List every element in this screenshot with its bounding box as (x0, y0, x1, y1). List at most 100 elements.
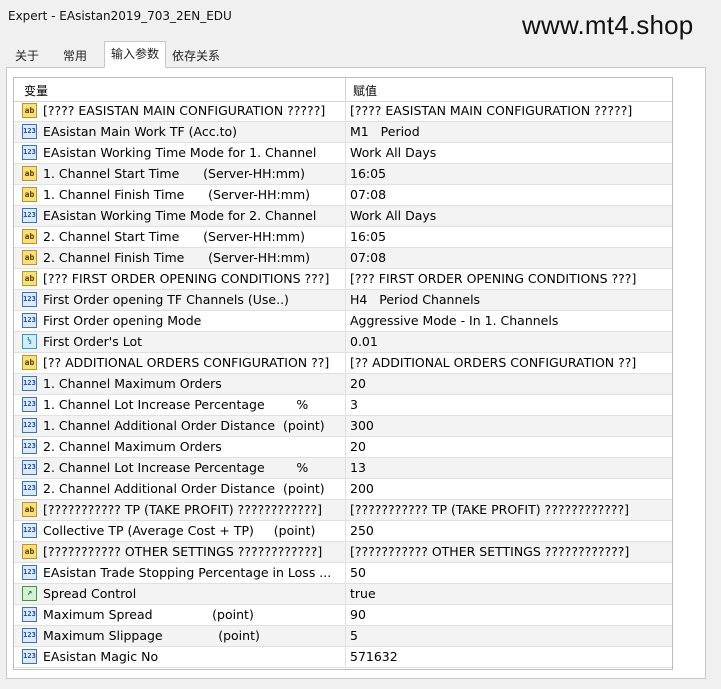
variable-value[interactable]: [??? FIRST ORDER OPENING CONDITIONS ???] (350, 271, 636, 286)
table-row[interactable]: 123 1. Channel Lot Increase Percentage % 3 (14, 395, 672, 416)
table-row[interactable]: 123 EAsistan Magic No 571632 (14, 647, 672, 668)
table-row[interactable]: ab 2. Channel Finish Time (Server-HH:mm) 0… (14, 248, 672, 269)
column-divider (345, 479, 346, 499)
column-header-value[interactable]: 赋值 (353, 82, 377, 99)
variable-value[interactable]: 07:08 (350, 187, 386, 202)
table-row[interactable]: 123 EAsistan Working Time Mode for 2. Cha… (14, 206, 672, 227)
tab-inputs[interactable]: 输入参数 (104, 41, 167, 68)
string-type-icon: ab (22, 229, 37, 244)
column-divider (345, 143, 346, 163)
table-row[interactable]: ↗ Spread Control true (14, 584, 672, 605)
variable-value[interactable]: 300 (350, 418, 374, 433)
variable-name: 2. Channel Additional Order Distance (po… (43, 481, 325, 496)
table-row[interactable]: 123 EAsistan Working Time Mode for 1. Cha… (14, 143, 672, 164)
variable-name: [??? FIRST ORDER OPENING CONDITIONS ???] (43, 271, 330, 286)
table-row[interactable]: ab 1. Channel Finish Time (Server-HH:mm) 0… (14, 185, 672, 206)
table-row[interactable]: ab 1. Channel Start Time (Server-HH:mm) 16… (14, 164, 672, 185)
variable-value[interactable]: 07:08 (350, 250, 386, 265)
column-divider (345, 626, 346, 646)
column-header-variable[interactable]: 变量 (24, 82, 48, 99)
variable-value[interactable]: H4 Period Channels (350, 292, 480, 307)
variable-name: 2. Channel Lot Increase Percentage % (43, 460, 309, 475)
table-row[interactable]: 123 1. Channel Additional Order Distance … (14, 416, 672, 437)
variable-value[interactable]: Aggressive Mode - In 1. Channels (350, 313, 558, 328)
variable-value[interactable]: [???? EASISTAN MAIN CONFIGURATION ?????] (350, 103, 632, 118)
variable-value[interactable]: [??????????? OTHER SETTINGS ????????????… (350, 544, 629, 559)
table-row[interactable]: 123 2. Channel Lot Increase Percentage % 1… (14, 458, 672, 479)
variable-value[interactable]: 50 (350, 565, 366, 580)
integer-type-icon: 123 (22, 565, 37, 580)
table-row[interactable]: 123 Maximum Slippage (point) 5 (14, 626, 672, 647)
table-row[interactable]: 123 EAsistan Main Work TF (Acc.to) M1 Peri… (14, 122, 672, 143)
table-row[interactable]: ab [?? ADDITIONAL ORDERS CONFIGURATION ??… (14, 353, 672, 374)
variable-value[interactable]: 16:05 (350, 229, 386, 244)
column-divider (345, 395, 346, 415)
variable-value[interactable]: Work All Days (350, 208, 436, 223)
string-type-icon: ab (22, 250, 37, 265)
variable-value[interactable]: 571632 (350, 649, 398, 664)
column-divider (345, 542, 346, 562)
column-divider (345, 563, 346, 583)
column-divider (345, 584, 346, 604)
column-divider (345, 416, 346, 436)
table-row[interactable]: ab 2. Channel Start Time (Server-HH:mm) 16… (14, 227, 672, 248)
table-row[interactable]: 123 2. Channel Maximum Orders 20 (14, 437, 672, 458)
table-row[interactable]: 123 First Order opening TF Channels (Use.… (14, 290, 672, 311)
integer-type-icon: 123 (22, 292, 37, 307)
integer-type-icon: 123 (22, 313, 37, 328)
double-type-icon: ½ (22, 334, 37, 349)
variable-name: [???? EASISTAN MAIN CONFIGURATION ?????] (43, 103, 326, 118)
variable-value[interactable]: 16:05 (350, 166, 386, 181)
variable-value[interactable]: 200 (350, 481, 374, 496)
window-title: Expert - EAsistan2019_703_2EN_EDU (8, 9, 232, 23)
table-row[interactable]: 123 2. Channel Additional Order Distance … (14, 479, 672, 500)
tab-about[interactable]: 关于 (8, 44, 46, 68)
grid-header: 变量 赋值 (14, 78, 672, 102)
column-divider (345, 374, 346, 394)
table-row[interactable]: 123 Collective TP (Average Cost + TP) (po… (14, 521, 672, 542)
variable-value[interactable]: 20 (350, 376, 366, 391)
variable-value[interactable]: [??????????? TP (TAKE PROFIT) ??????????… (350, 502, 629, 517)
variable-value[interactable]: 0.01 (350, 334, 378, 349)
variable-value[interactable]: 3 (350, 397, 358, 412)
variable-name: First Order's Lot (43, 334, 143, 349)
column-divider (345, 101, 346, 121)
table-row[interactable]: 123 First Order opening Mode Aggressive Mo… (14, 311, 672, 332)
variable-value[interactable]: true (350, 586, 376, 601)
variable-value[interactable]: 13 (350, 460, 366, 475)
table-row[interactable]: ab [??? FIRST ORDER OPENING CONDITIONS ??… (14, 269, 672, 290)
variable-value[interactable]: Work All Days (350, 145, 436, 160)
table-row[interactable]: ab [???? EASISTAN MAIN CONFIGURATION ????… (14, 101, 672, 122)
tab-strip: 关于 常用 输入参数 依存关系 (0, 40, 721, 68)
string-type-icon: ab (22, 271, 37, 286)
variable-value[interactable]: 90 (350, 607, 366, 622)
table-row[interactable]: 123 1. Channel Maximum Orders 20 (14, 374, 672, 395)
string-type-icon: ab (22, 544, 37, 559)
integer-type-icon: 123 (22, 376, 37, 391)
variable-value[interactable]: 5 (350, 628, 358, 643)
table-row[interactable]: 123 EAsistan Trade Stopping Percentage in… (14, 563, 672, 584)
variable-name: EAsistan Working Time Mode for 2. Channe… (43, 208, 317, 223)
table-row[interactable]: ab [??????????? OTHER SETTINGS ??????????… (14, 542, 672, 563)
column-divider[interactable] (345, 78, 346, 101)
tab-common[interactable]: 常用 (56, 44, 94, 68)
column-divider (345, 164, 346, 184)
variable-name: 2. Channel Start Time (Server-HH:mm) (43, 229, 305, 244)
integer-type-icon: 123 (22, 418, 37, 433)
variable-value[interactable]: [?? ADDITIONAL ORDERS CONFIGURATION ??] (350, 355, 636, 370)
inputs-grid: 变量 赋值 ab [???? EASISTAN MAIN CONFIGURATIO… (13, 77, 673, 670)
variable-value[interactable]: 250 (350, 523, 374, 538)
column-divider (345, 122, 346, 142)
column-divider (345, 227, 346, 247)
table-row[interactable]: ab [??????????? TP (TAKE PROFIT) ????????… (14, 500, 672, 521)
variable-name: EAsistan Magic No (43, 649, 159, 664)
variable-name: EAsistan Main Work TF (Acc.to) (43, 124, 237, 139)
variable-value[interactable]: M1 Period (350, 124, 420, 139)
integer-type-icon: 123 (22, 145, 37, 160)
column-divider (345, 269, 346, 289)
variable-value[interactable]: 20 (350, 439, 366, 454)
string-type-icon: ab (22, 187, 37, 202)
tab-dependencies[interactable]: 依存关系 (165, 44, 227, 68)
table-row[interactable]: 123 Maximum Spread (point) 90 (14, 605, 672, 626)
table-row[interactable]: ½ First Order's Lot 0.01 (14, 332, 672, 353)
